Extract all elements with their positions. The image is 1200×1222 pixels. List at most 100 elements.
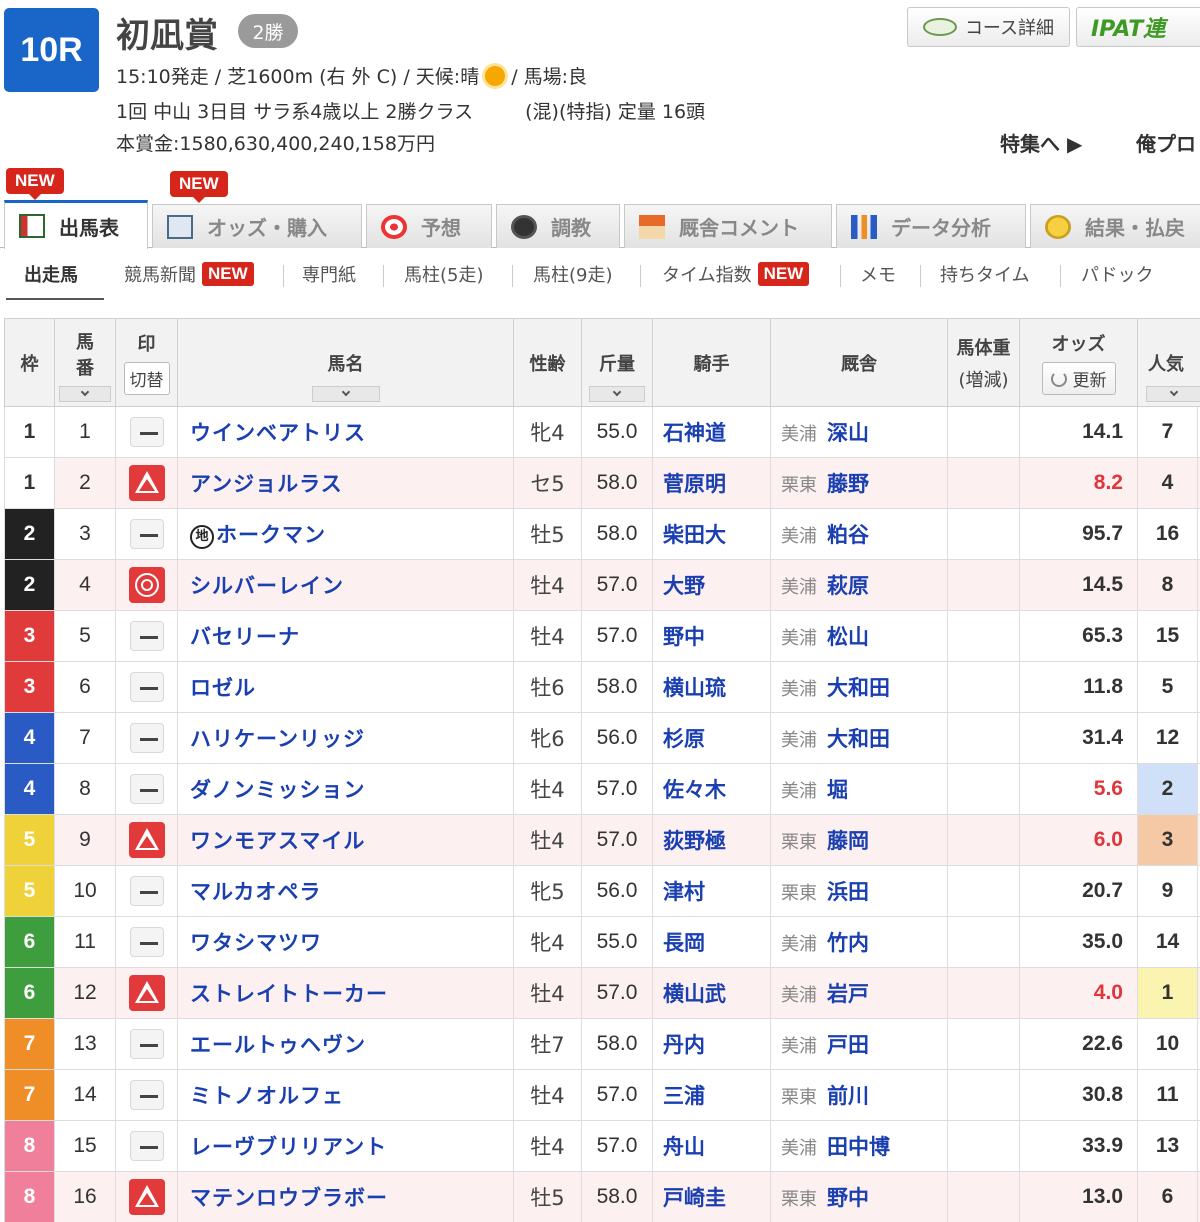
horse-name-link[interactable]: マルカオペラ xyxy=(190,880,321,904)
no-mark-icon[interactable] xyxy=(129,621,164,651)
horse-name-cell[interactable]: 地ホークマン xyxy=(177,508,514,560)
jockey-link[interactable]: 丹内 xyxy=(652,1018,771,1070)
triangle-mark-icon[interactable] xyxy=(128,1179,165,1215)
sort-toggle[interactable] xyxy=(589,386,645,402)
subnav-shusouba[interactable]: 出走馬 xyxy=(24,256,78,292)
no-mark-icon[interactable] xyxy=(129,1131,164,1161)
trainer-link[interactable]: 竹内 xyxy=(827,931,869,955)
tab-yoso[interactable]: 予想 xyxy=(366,204,492,248)
sort-toggle[interactable] xyxy=(311,386,380,402)
subnav-timeindex[interactable]: タイム指数 NEW xyxy=(662,256,810,292)
no-mark-icon[interactable] xyxy=(129,774,164,804)
tab-odds[interactable]: オッズ・購入 xyxy=(152,204,362,248)
horse-name-cell[interactable]: ストレイトトーカー xyxy=(177,967,514,1019)
subnav-keibashinbun[interactable]: 競馬新聞 NEW xyxy=(124,256,254,292)
trainer-link[interactable]: 藤岡 xyxy=(827,829,869,853)
horse-name-cell[interactable]: レーヴブリリアント xyxy=(177,1120,514,1172)
tab-result[interactable]: 結果・払戻 xyxy=(1030,204,1200,248)
no-mark-icon[interactable] xyxy=(129,519,164,549)
sort-toggle[interactable] xyxy=(1146,386,1200,402)
no-mark-icon[interactable] xyxy=(129,1029,164,1059)
tab-comment[interactable]: 厩舎コメント xyxy=(624,204,832,248)
horse-name-cell[interactable]: ミトノオルフェ xyxy=(177,1069,514,1121)
ipat-button[interactable]: IPAT連 xyxy=(1076,7,1200,47)
trainer-link[interactable]: 萩原 xyxy=(827,574,869,598)
jockey-link[interactable]: 長岡 xyxy=(652,916,771,968)
jockey-link[interactable]: 津村 xyxy=(652,865,771,917)
horse-name-cell[interactable]: エールトゥヘヴン xyxy=(177,1018,514,1070)
jockey-link[interactable]: 野中 xyxy=(652,610,771,662)
trainer-link[interactable]: 大和田 xyxy=(827,727,890,751)
trainer-link[interactable]: 戸田 xyxy=(827,1033,869,1057)
jockey-link[interactable]: 大野 xyxy=(652,559,771,611)
course-detail-button[interactable]: コース詳細 xyxy=(907,7,1070,47)
horse-name-link[interactable]: シルバーレイン xyxy=(190,574,344,598)
no-mark-icon[interactable] xyxy=(129,672,164,702)
horse-name-link[interactable]: ロゼル xyxy=(190,676,256,700)
trainer-link[interactable]: 田中博 xyxy=(827,1135,890,1159)
no-mark-icon[interactable] xyxy=(129,417,164,447)
trainer-link[interactable]: 野中 xyxy=(827,1186,869,1210)
horse-name-link[interactable]: ホークマン xyxy=(216,523,326,547)
jockey-link[interactable]: 杉原 xyxy=(652,712,771,764)
horse-name-link[interactable]: エールトゥヘヴン xyxy=(190,1033,366,1057)
trainer-link[interactable]: 松山 xyxy=(827,625,869,649)
no-mark-icon[interactable] xyxy=(129,723,164,753)
header-name[interactable]: 馬名 xyxy=(177,318,514,407)
double-circle-mark-icon[interactable] xyxy=(128,567,165,603)
subnav-memo[interactable]: メモ xyxy=(860,256,896,292)
trainer-link[interactable]: 岩戸 xyxy=(827,982,869,1006)
horse-name-link[interactable]: ワンモアスマイル xyxy=(190,829,365,853)
trainer-link[interactable]: 浜田 xyxy=(827,880,869,904)
trainer-link[interactable]: 粕谷 xyxy=(827,523,869,547)
jockey-link[interactable]: 菅原明 xyxy=(652,457,771,509)
header-umaban[interactable]: 馬 番 xyxy=(54,318,116,407)
jockey-link[interactable]: 佐々木 xyxy=(652,763,771,815)
horse-name-cell[interactable]: マテンロウブラボー xyxy=(177,1171,514,1222)
horse-name-link[interactable]: ウインベアトリス xyxy=(190,421,366,445)
jockey-link[interactable]: 舟山 xyxy=(652,1120,771,1172)
jockey-link[interactable]: 石神道 xyxy=(652,406,771,458)
trainer-link[interactable]: 堀 xyxy=(827,778,848,802)
subnav-umabashira5[interactable]: 馬柱(5走) xyxy=(404,256,484,292)
jockey-link[interactable]: 荻野極 xyxy=(652,814,771,866)
horse-name-cell[interactable]: マルカオペラ xyxy=(177,865,514,917)
sort-toggle[interactable] xyxy=(59,386,111,402)
horse-name-link[interactable]: ハリケーンリッジ xyxy=(190,727,365,751)
trainer-link[interactable]: 前川 xyxy=(827,1084,869,1108)
trainer-link[interactable]: 大和田 xyxy=(827,676,890,700)
horse-name-link[interactable]: ミトノオルフェ xyxy=(190,1084,344,1108)
subnav-umabashira9[interactable]: 馬柱(9走) xyxy=(533,256,613,292)
no-mark-icon[interactable] xyxy=(129,876,164,906)
horse-name-link[interactable]: レーヴブリリアント xyxy=(190,1135,387,1159)
jockey-link[interactable]: 三浦 xyxy=(652,1069,771,1121)
horse-name-cell[interactable]: アンジョルラス xyxy=(177,457,514,509)
refresh-button[interactable]: 更新 xyxy=(1041,362,1116,395)
jockey-link[interactable]: 柴田大 xyxy=(652,508,771,560)
header-popularity[interactable]: 人気 xyxy=(1137,318,1200,407)
tab-data[interactable]: データ分析 xyxy=(836,204,1026,248)
mark-toggle-button[interactable]: 切替 xyxy=(123,362,170,395)
horse-name-cell[interactable]: ハリケーンリッジ xyxy=(177,712,514,764)
jockey-link[interactable]: 戸崎圭 xyxy=(652,1171,771,1222)
horse-name-link[interactable]: ワタシマツワ xyxy=(190,931,322,955)
subnav-senmonshi[interactable]: 専門紙 xyxy=(302,256,356,292)
no-mark-icon[interactable] xyxy=(129,927,164,957)
horse-name-cell[interactable]: ワタシマツワ xyxy=(177,916,514,968)
horse-name-cell[interactable]: ワンモアスマイル xyxy=(177,814,514,866)
horse-name-link[interactable]: ストレイトトーカー xyxy=(190,982,388,1006)
horse-name-cell[interactable]: ウインベアトリス xyxy=(177,406,514,458)
horse-name-cell[interactable]: シルバーレイン xyxy=(177,559,514,611)
feature-link[interactable]: 特集へ ▶ xyxy=(1000,128,1082,157)
header-weight[interactable]: 斤量 xyxy=(581,318,653,407)
horse-name-link[interactable]: ダノンミッション xyxy=(190,778,365,802)
subnav-mochitime[interactable]: 持ちタイム xyxy=(940,256,1030,292)
triangle-mark-icon[interactable] xyxy=(128,822,165,858)
horse-name-link[interactable]: バセリーナ xyxy=(190,625,300,649)
horse-name-cell[interactable]: ロゼル xyxy=(177,661,514,713)
horse-name-link[interactable]: マテンロウブラボー xyxy=(190,1186,388,1210)
horse-name-link[interactable]: アンジョルラス xyxy=(190,472,343,496)
triangle-mark-icon[interactable] xyxy=(128,465,165,501)
trainer-link[interactable]: 藤野 xyxy=(827,472,869,496)
triangle-mark-icon[interactable] xyxy=(128,975,165,1011)
